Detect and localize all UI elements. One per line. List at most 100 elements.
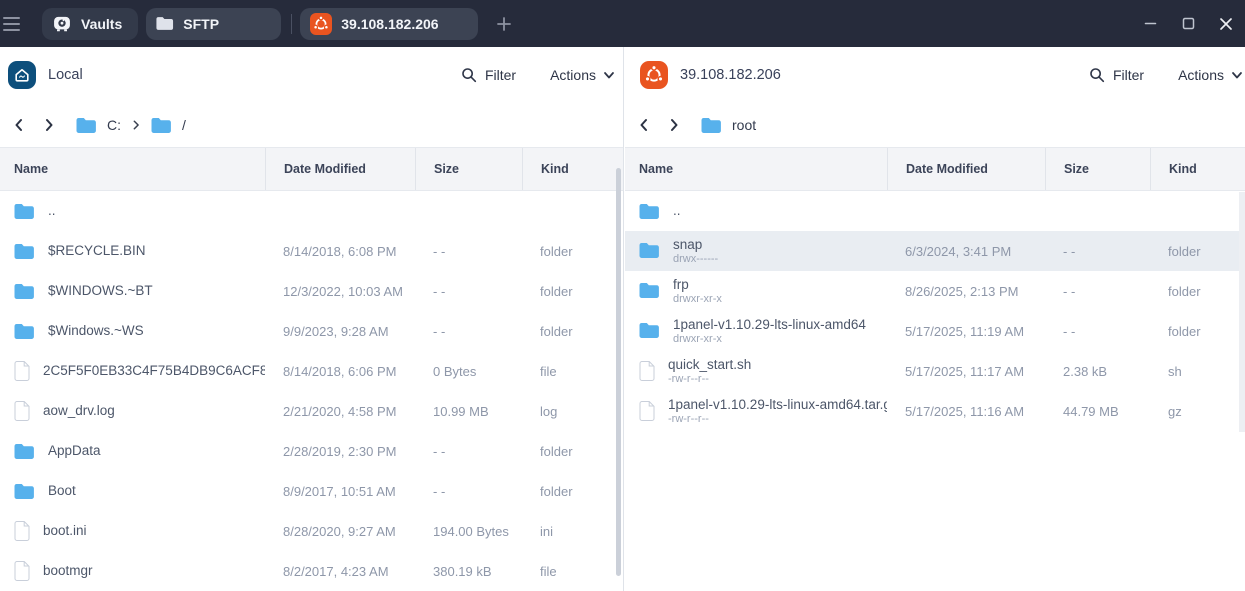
table-row[interactable]: Boot8/9/2017, 10:51 AM- -folder bbox=[0, 471, 623, 511]
column-header-size[interactable]: Size bbox=[415, 148, 522, 190]
size-cell: 10.99 MB bbox=[415, 404, 522, 419]
date-modified-cell: 9/9/2023, 9:28 AM bbox=[265, 324, 415, 339]
file-list: .. snapdrwx------6/3/2024, 3:41 PM- -fold… bbox=[625, 191, 1245, 431]
table-row[interactable]: $WINDOWS.~BT12/3/2022, 10:03 AM- -folder bbox=[0, 271, 623, 311]
date-modified-cell: 5/17/2025, 11:16 AM bbox=[887, 404, 1045, 419]
table-row[interactable]: 1panel-v1.10.29-lts-linux-amd64.tar.gz-r… bbox=[625, 391, 1245, 431]
breadcrumb-label: C: bbox=[107, 117, 121, 133]
table-row[interactable]: 1panel-v1.10.29-lts-linux-amd64drwxr-xr-… bbox=[625, 311, 1245, 351]
forward-icon[interactable] bbox=[659, 110, 689, 140]
table-row[interactable]: frpdrwxr-xr-x8/26/2025, 2:13 PM- -folder bbox=[625, 271, 1245, 311]
filter-label: Filter bbox=[485, 67, 516, 83]
chevron-down-icon bbox=[1231, 69, 1243, 81]
kind-cell: gz bbox=[1150, 404, 1245, 419]
vertical-scrollbar-track[interactable] bbox=[1239, 192, 1245, 432]
filter-button[interactable]: Filter bbox=[461, 67, 516, 83]
date-modified-cell: 5/17/2025, 11:17 AM bbox=[887, 364, 1045, 379]
name-cell: .. bbox=[625, 203, 887, 220]
column-header-date-modified[interactable]: Date Modified bbox=[265, 148, 415, 190]
file-list: .. $RECYCLE.BIN8/14/2018, 6:08 PM- -folde… bbox=[0, 191, 623, 591]
name-cell: snapdrwx------ bbox=[625, 237, 887, 265]
kind-cell: folder bbox=[522, 284, 623, 299]
table-row[interactable]: $Windows.~WS9/9/2023, 9:28 AM- -folder bbox=[0, 311, 623, 351]
column-header-name[interactable]: Name bbox=[625, 148, 887, 190]
size-cell: - - bbox=[1045, 324, 1150, 339]
file-name: $WINDOWS.~BT bbox=[48, 283, 153, 298]
tab-vaults[interactable]: Vaults bbox=[42, 8, 138, 40]
size-cell: 0 Bytes bbox=[415, 364, 522, 379]
minimize-button[interactable] bbox=[1131, 0, 1169, 47]
file-name: $RECYCLE.BIN bbox=[48, 243, 146, 258]
maximize-button[interactable] bbox=[1169, 0, 1207, 47]
filter-button[interactable]: Filter bbox=[1089, 67, 1144, 83]
tab-connection-active[interactable]: 39.108.182.206 bbox=[300, 8, 478, 40]
name-cell: 1panel-v1.10.29-lts-linux-amd64drwxr-xr-… bbox=[625, 317, 887, 345]
size-cell: - - bbox=[415, 484, 522, 499]
search-icon bbox=[1089, 67, 1105, 83]
actions-label: Actions bbox=[1178, 67, 1224, 83]
remote-file-panel: 39.108.182.206 Filter Actions root Name … bbox=[625, 47, 1245, 591]
panel-title: 39.108.182.206 bbox=[680, 67, 781, 83]
folder-icon bbox=[639, 322, 660, 339]
breadcrumb-segment[interactable]: C: bbox=[76, 117, 121, 134]
breadcrumb-segments: C: / bbox=[76, 117, 186, 134]
table-row[interactable]: AppData2/28/2019, 2:30 PM- -folder bbox=[0, 431, 623, 471]
file-icon bbox=[639, 401, 655, 421]
folder-icon bbox=[639, 203, 660, 220]
actions-button[interactable]: Actions bbox=[550, 67, 615, 83]
table-row[interactable]: aow_drv.log2/21/2020, 4:58 PM10.99 MBlog bbox=[0, 391, 623, 431]
kind-cell: sh bbox=[1150, 364, 1245, 379]
name-cell: boot.ini bbox=[0, 521, 265, 541]
local-panel-header: Local Filter Actions bbox=[0, 47, 623, 103]
date-modified-cell: 8/26/2025, 2:13 PM bbox=[887, 284, 1045, 299]
name-cell: .. bbox=[0, 203, 265, 220]
size-cell: - - bbox=[1045, 244, 1150, 259]
new-tab-button[interactable] bbox=[490, 10, 518, 38]
column-header-kind[interactable]: Kind bbox=[522, 148, 623, 190]
kind-cell: folder bbox=[522, 444, 623, 459]
breadcrumb-segment[interactable]: / bbox=[151, 117, 186, 134]
close-button[interactable] bbox=[1207, 0, 1245, 47]
kind-cell: folder bbox=[1150, 324, 1245, 339]
column-header-size[interactable]: Size bbox=[1045, 148, 1150, 190]
search-icon bbox=[461, 67, 477, 83]
table-row[interactable]: .. bbox=[0, 191, 623, 231]
actions-button[interactable]: Actions bbox=[1178, 67, 1243, 83]
file-icon bbox=[639, 361, 655, 381]
name-cell: 1panel-v1.10.29-lts-linux-amd64.tar.gz-r… bbox=[625, 397, 887, 425]
titlebar: Vaults SFTP 39.108.182.206 bbox=[0, 0, 1245, 47]
column-header-kind[interactable]: Kind bbox=[1150, 148, 1245, 190]
file-name: .. bbox=[673, 203, 681, 218]
table-row[interactable]: bootmgr8/2/2017, 4:23 AM380.19 kBfile bbox=[0, 551, 623, 591]
panel-title: Local bbox=[48, 67, 83, 83]
table-row[interactable]: boot.ini8/28/2020, 9:27 AM194.00 Bytesin… bbox=[0, 511, 623, 551]
tab-label: SFTP bbox=[183, 16, 219, 32]
kind-cell: folder bbox=[1150, 244, 1245, 259]
table-row[interactable]: .. bbox=[625, 191, 1245, 231]
name-cell: Boot bbox=[0, 483, 265, 500]
size-cell: 2.38 kB bbox=[1045, 364, 1150, 379]
vertical-scrollbar[interactable] bbox=[616, 168, 621, 576]
column-header-date-modified[interactable]: Date Modified bbox=[887, 148, 1045, 190]
folder-icon bbox=[76, 117, 97, 134]
table-row[interactable]: quick_start.sh-rw-r--r--5/17/2025, 11:17… bbox=[625, 351, 1245, 391]
table-row[interactable]: $RECYCLE.BIN8/14/2018, 6:08 PM- -folder bbox=[0, 231, 623, 271]
table-row[interactable]: 2C5F5F0EB33C4F75B4DB9C6ACF8C...8/14/2018… bbox=[0, 351, 623, 391]
table-row[interactable]: snapdrwx------6/3/2024, 3:41 PM- -folder bbox=[625, 231, 1245, 271]
ubuntu-icon bbox=[640, 61, 668, 89]
kind-cell: file bbox=[522, 364, 623, 379]
back-icon[interactable] bbox=[629, 110, 659, 140]
breadcrumb-segment[interactable]: root bbox=[701, 117, 756, 134]
size-cell: - - bbox=[1045, 284, 1150, 299]
kind-cell: folder bbox=[522, 244, 623, 259]
date-modified-cell: 12/3/2022, 10:03 AM bbox=[265, 284, 415, 299]
back-icon[interactable] bbox=[4, 110, 34, 140]
tab-sftp[interactable]: SFTP bbox=[146, 8, 281, 40]
column-header-name[interactable]: Name bbox=[0, 148, 265, 190]
forward-icon[interactable] bbox=[34, 110, 64, 140]
kind-cell: folder bbox=[522, 324, 623, 339]
name-cell: $WINDOWS.~BT bbox=[0, 283, 265, 300]
menu-icon[interactable] bbox=[0, 0, 34, 47]
table-header: Name Date Modified Size Kind bbox=[625, 147, 1245, 191]
window-controls bbox=[1131, 0, 1245, 47]
